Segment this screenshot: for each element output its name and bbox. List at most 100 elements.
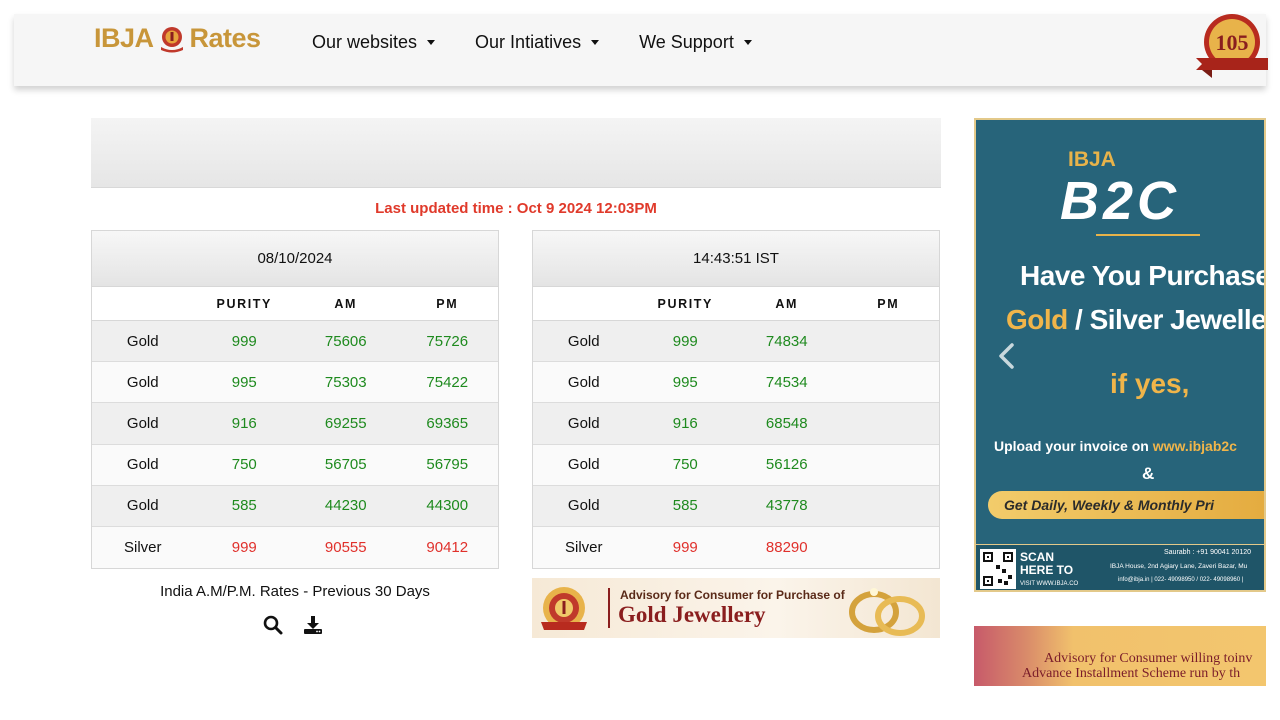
- cell-metal: Gold: [567, 373, 600, 391]
- ibja-b2c-banner[interactable]: IBJA B2C Have You Purchased Gold / Silve…: [974, 118, 1266, 592]
- headline-gold: Gold: [1006, 304, 1068, 335]
- cell-metal: Gold: [126, 332, 159, 350]
- table-row: Gold 750 56705 56795: [92, 444, 498, 486]
- download-icon[interactable]: [302, 614, 324, 636]
- scan-here-text: SCAN HERE TO: [1020, 551, 1073, 577]
- contact-text: Saurabh : +91 90041 20120: [1164, 549, 1251, 556]
- table-row: Gold 916 68548: [533, 403, 939, 445]
- anniversary-105-badge-icon: 105: [1196, 14, 1268, 78]
- table-row: Silver 999 88290: [533, 526, 939, 569]
- b2c-upload-text: Upload your invoice on www.ibjab2c: [994, 438, 1237, 454]
- table-row: Gold 750 56126: [533, 444, 939, 486]
- cell-am: 75606: [324, 332, 367, 350]
- main-nav: Our websites Our Intiatives We Support: [312, 32, 792, 53]
- table-body: Gold 999 74834 Gold 995 74534 Gold 916 6…: [533, 321, 939, 569]
- table-column-headers: PURITY AM PM: [92, 287, 498, 321]
- advisory-line-2: Gold Jewellery: [618, 602, 766, 627]
- cell-purity: 995: [231, 373, 257, 391]
- promo-placeholder-box: [91, 118, 941, 188]
- cell-metal: Gold: [567, 456, 600, 474]
- cell-purity: 585: [672, 497, 698, 515]
- b2c-if-yes: if yes,: [1110, 368, 1190, 399]
- email-phone-text: info@ibja.in | 022- 49098950 / 022- 4909…: [1118, 577, 1244, 583]
- cell-pm: 69365: [426, 414, 469, 432]
- rates-table-previous-day: 08/10/2024 PURITY AM PM Gold 999 75606 7…: [91, 230, 499, 570]
- cell-metal: Silver: [123, 539, 162, 557]
- chevron-down-icon: [427, 40, 436, 45]
- column-header-purity: PURITY: [216, 296, 272, 311]
- table-row: Gold 999 75606 75726: [92, 321, 498, 363]
- cell-metal: Gold: [126, 373, 159, 391]
- cell-purity: 999: [672, 332, 698, 350]
- cell-am: 44230: [324, 497, 367, 515]
- cell-purity: 995: [672, 373, 698, 391]
- headline-silver: / Silver Jeweller: [1067, 304, 1266, 335]
- search-icon[interactable]: [262, 614, 284, 636]
- previous-30-days-link[interactable]: India A.M/P.M. Rates - Previous 30 Days: [91, 583, 499, 600]
- cell-am: 56126: [765, 456, 808, 474]
- visit-text: VISIT WWW.IBJA.CO: [1020, 581, 1079, 587]
- table-row: Gold 999 74834: [533, 321, 939, 363]
- b2c-prizes-pill: Get Daily, Weekly & Monthly Pri: [988, 491, 1264, 519]
- table-column-headers: PURITY AM PM: [533, 287, 939, 321]
- nav-our-websites[interactable]: Our websites: [312, 32, 436, 53]
- ibja-rates-logo[interactable]: IBJA Rates: [94, 22, 261, 54]
- b2c-logo: B2C: [1060, 171, 1181, 231]
- nav-we-support[interactable]: We Support: [639, 32, 752, 53]
- b2c-headline-1: Have You Purchased: [1020, 260, 1266, 291]
- cell-metal: Gold: [126, 497, 159, 515]
- cell-am: 43778: [765, 497, 808, 515]
- nav-label: Our Intiatives: [475, 32, 582, 52]
- cell-am: 74834: [765, 332, 808, 350]
- cell-metal: Gold: [567, 497, 600, 515]
- consumer-line-2: Advance Installment Scheme run by th: [1022, 666, 1241, 681]
- address-text: IBJA House, 2nd Agiary Lane, Zaveri Baza…: [1110, 563, 1248, 570]
- cell-pm: 75422: [426, 373, 469, 391]
- upload-url: www.ibjab2c: [1152, 438, 1237, 454]
- nav-our-initiatives[interactable]: Our Intiatives: [475, 32, 600, 53]
- advisory-line-1: Advisory for Consumer for Purchase of: [620, 588, 845, 602]
- cell-am: 56705: [324, 456, 367, 474]
- divider: [608, 588, 610, 628]
- carousel-prev-icon[interactable]: [996, 342, 1018, 370]
- cell-metal: Gold: [126, 414, 159, 432]
- table-row: Gold 585 44230 44300: [92, 485, 498, 527]
- b2c-ampersand: &: [1142, 464, 1155, 483]
- b2c-headline-2: Gold / Silver Jeweller: [1006, 304, 1266, 336]
- column-header-pm: PM: [877, 296, 900, 311]
- table-time-header: 14:43:51 IST: [533, 231, 939, 287]
- advisory-installment-scheme-banner[interactable]: Advisory for Consumer willing toinv Adva…: [974, 626, 1266, 686]
- ibja-emblem-icon: [160, 27, 183, 53]
- cell-purity: 916: [231, 414, 257, 432]
- table-row: Silver 999 90555 90412: [92, 526, 498, 569]
- cell-purity: 916: [672, 414, 698, 432]
- cell-metal: Gold: [126, 456, 159, 474]
- badge-number: 105: [1216, 30, 1249, 55]
- table-row: Gold 995 74534: [533, 362, 939, 404]
- cell-metal: Gold: [567, 414, 600, 432]
- ibja-seal-icon: [541, 587, 587, 630]
- table-row: Gold 995 75303 75422: [92, 362, 498, 404]
- column-header-am: AM: [334, 296, 358, 311]
- cell-am: 90555: [324, 539, 367, 557]
- chevron-down-icon: [591, 40, 600, 45]
- column-header-am: AM: [775, 296, 799, 311]
- top-navbar: IBJA Rates Our websites Our Intiatives W…: [14, 14, 1268, 86]
- table-body: Gold 999 75606 75726 Gold 995 75303 7542…: [92, 321, 498, 569]
- nav-label: Our websites: [312, 32, 418, 52]
- cell-purity: 585: [231, 497, 257, 515]
- cell-purity: 999: [231, 539, 257, 557]
- table-date-header: 08/10/2024: [92, 231, 498, 287]
- cell-am: 88290: [765, 539, 808, 557]
- rates-table-live: 14:43:51 IST PURITY AM PM Gold 999 74834…: [532, 230, 940, 570]
- cell-purity: 750: [231, 456, 257, 474]
- divider: [1096, 234, 1200, 236]
- b2c-footer: SCAN HERE TO VISIT WWW.IBJA.CO Saurabh : …: [976, 544, 1264, 590]
- cell-pm: 44300: [426, 497, 469, 515]
- column-header-purity: PURITY: [657, 296, 713, 311]
- table-row: Gold 916 69255 69365: [92, 403, 498, 445]
- upload-prefix: Upload your invoice on: [994, 438, 1153, 454]
- cell-am: 75303: [324, 373, 367, 391]
- cell-purity: 750: [672, 456, 698, 474]
- advisory-gold-jewellery-banner[interactable]: Advisory for Consumer for Purchase of Go…: [532, 578, 940, 638]
